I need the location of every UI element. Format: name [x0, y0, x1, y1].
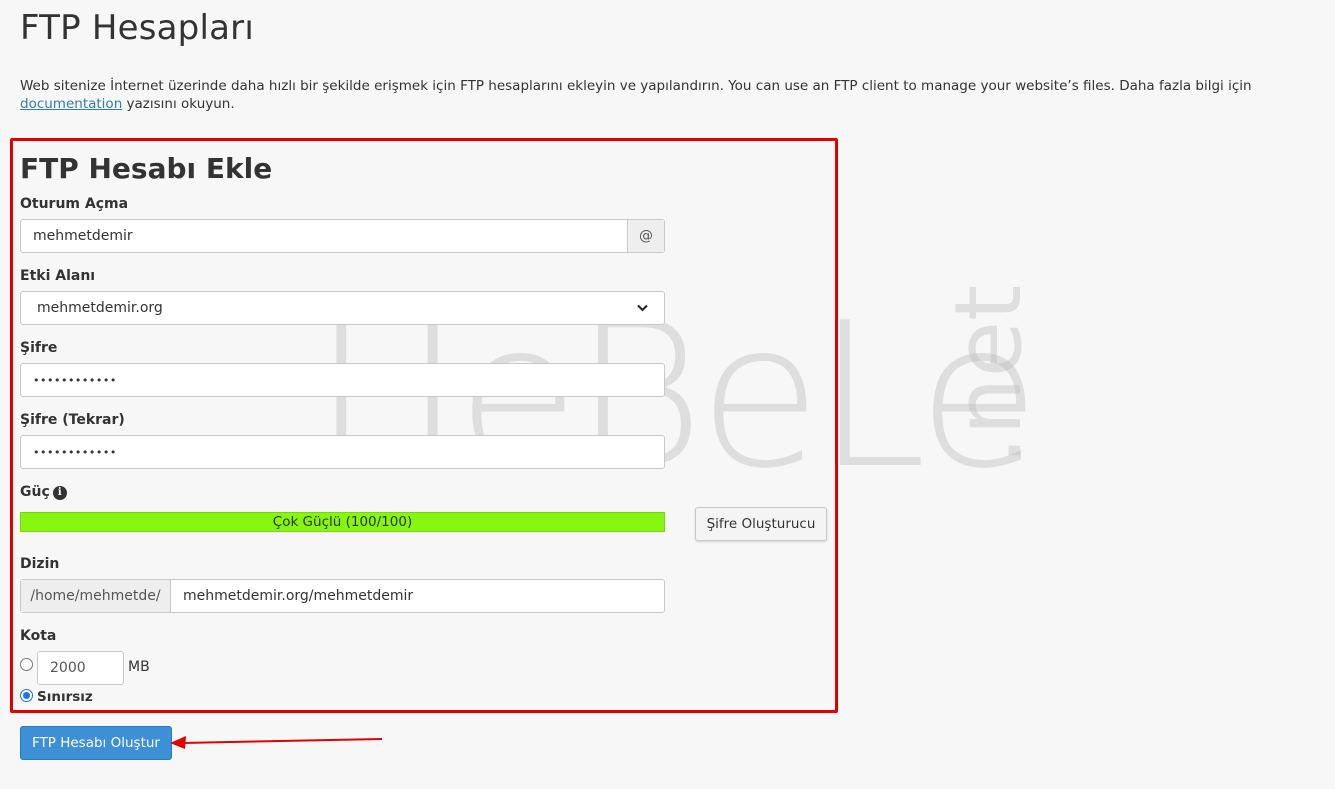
domain-selected-value: mehmetdemir.org — [37, 300, 163, 316]
password-strength-meter: Çok Güçlü (100/100) — [20, 512, 665, 532]
at-sign-addon: @ — [627, 220, 664, 252]
password-repeat-input[interactable] — [21, 436, 664, 468]
login-label: Oturum Açma — [20, 196, 129, 212]
quota-label: Kota — [20, 628, 57, 644]
quota-limited-radio[interactable] — [20, 658, 33, 671]
quota-unlimited-radio[interactable] — [20, 689, 33, 702]
form-title: FTP Hesabı Ekle — [20, 152, 273, 185]
annotation-arrow-icon — [170, 736, 383, 749]
directory-input-group: /home/mehmetde/ — [20, 579, 665, 613]
password-input[interactable] — [21, 364, 664, 396]
quota-value: 2000 — [50, 660, 86, 676]
strength-label: Güç — [20, 484, 50, 500]
password-label: Şifre — [20, 340, 58, 356]
intro-tail: yazısını okuyun. — [126, 96, 235, 112]
login-input-group: @ — [20, 219, 665, 253]
domain-select[interactable]: mehmetdemir.org — [20, 291, 665, 325]
login-input[interactable] — [21, 220, 627, 252]
strength-text: Çok Güçlü (100/100) — [272, 514, 413, 530]
create-ftp-account-button[interactable]: FTP Hesabı Oluştur — [20, 726, 172, 760]
page-title: FTP Hesapları — [20, 8, 254, 48]
directory-prefix: /home/mehmetde/ — [21, 580, 171, 612]
password-input-group — [20, 363, 665, 397]
quota-unlimited-label: Sınırsız — [37, 689, 93, 705]
intro-paragraph: Web sitenize İnternet üzerinde daha hızl… — [20, 77, 1320, 113]
documentation-link[interactable]: documentation — [20, 96, 122, 112]
domain-label: Etki Alanı — [20, 268, 96, 284]
strength-label-row: Güç i — [20, 484, 67, 500]
password-generator-button[interactable]: Şifre Oluşturucu — [695, 507, 827, 541]
password-repeat-input-group — [20, 435, 665, 469]
quota-input[interactable]: 2000 — [37, 651, 124, 685]
directory-label: Dizin — [20, 556, 60, 572]
chevron-down-icon — [637, 301, 648, 315]
directory-input[interactable] — [171, 580, 664, 612]
password-repeat-label: Şifre (Tekrar) — [20, 412, 125, 428]
info-icon[interactable]: i — [52, 486, 67, 500]
watermark-tld: .net — [935, 284, 1042, 465]
quota-unit: MB — [128, 659, 150, 675]
intro-text: Web sitenize İnternet üzerinde daha hızl… — [20, 78, 1252, 94]
